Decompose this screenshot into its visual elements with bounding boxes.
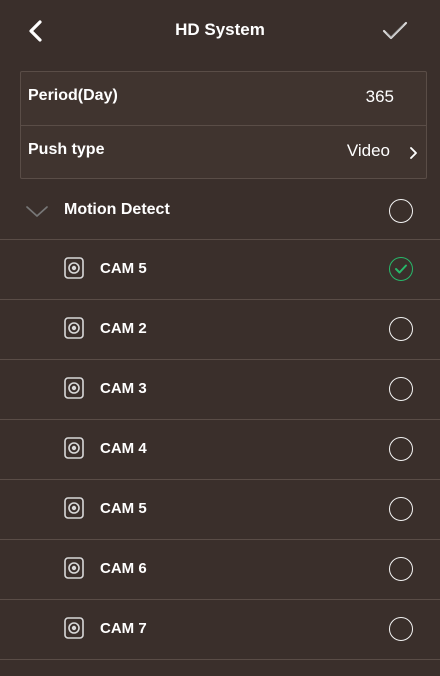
- camera-row[interactable]: CAM 5: [0, 240, 440, 300]
- camera-icon: [63, 256, 85, 280]
- motion-detect-label: Motion Detect: [64, 201, 170, 218]
- camera-icon: [63, 496, 85, 520]
- camera-row[interactable]: CAM 4: [0, 420, 440, 480]
- camera-label: CAM 5: [100, 260, 147, 277]
- push-type-label: Push type: [28, 141, 105, 158]
- camera-label: CAM 7: [100, 620, 147, 637]
- camera-checkbox[interactable]: [389, 617, 413, 641]
- camera-checkbox[interactable]: [389, 377, 413, 401]
- camera-checkbox[interactable]: [389, 437, 413, 461]
- motion-detect-row[interactable]: Motion Detect: [0, 181, 440, 240]
- camera-label: CAM 5: [100, 500, 147, 517]
- camera-icon: [63, 376, 85, 400]
- checkmark-icon: [382, 21, 408, 40]
- camera-checkbox[interactable]: [389, 257, 413, 281]
- camera-row[interactable]: CAM 2: [0, 300, 440, 360]
- camera-row[interactable]: CAM 6: [0, 540, 440, 600]
- period-label: Period(Day): [28, 87, 118, 104]
- camera-checkbox[interactable]: [389, 557, 413, 581]
- camera-icon: [63, 316, 85, 340]
- camera-icon: [63, 436, 85, 460]
- checkmark-icon: [395, 264, 407, 274]
- period-value: 365: [365, 87, 394, 106]
- camera-checkbox[interactable]: [389, 317, 413, 341]
- period-row[interactable]: Period(Day) 365: [21, 72, 426, 125]
- list-continuation: [0, 661, 440, 676]
- page-title: HD System: [175, 20, 265, 39]
- camera-icon: [63, 556, 85, 580]
- camera-checkbox[interactable]: [389, 497, 413, 521]
- chevron-right-icon: [410, 147, 417, 159]
- push-type-row[interactable]: Push type Video: [21, 125, 426, 178]
- hd-system-screen: HD System Period(Day) 365 Push type Vide…: [0, 0, 440, 676]
- top-bar: HD System: [0, 0, 440, 62]
- camera-label: CAM 3: [100, 380, 147, 397]
- camera-label: CAM 6: [100, 560, 147, 577]
- camera-row[interactable]: CAM 7: [0, 600, 440, 660]
- chevron-down-icon: [26, 206, 48, 217]
- notification-settings-card: Period(Day) 365 Push type Video: [20, 71, 427, 179]
- camera-row[interactable]: CAM 5: [0, 480, 440, 540]
- camera-label: CAM 4: [100, 440, 147, 457]
- camera-icon: [63, 616, 85, 640]
- push-type-value: Video: [346, 141, 390, 160]
- motion-detect-checkbox[interactable]: [389, 199, 413, 223]
- camera-label: CAM 2: [100, 320, 147, 337]
- camera-row[interactable]: CAM 3: [0, 360, 440, 420]
- confirm-button[interactable]: [378, 15, 412, 47]
